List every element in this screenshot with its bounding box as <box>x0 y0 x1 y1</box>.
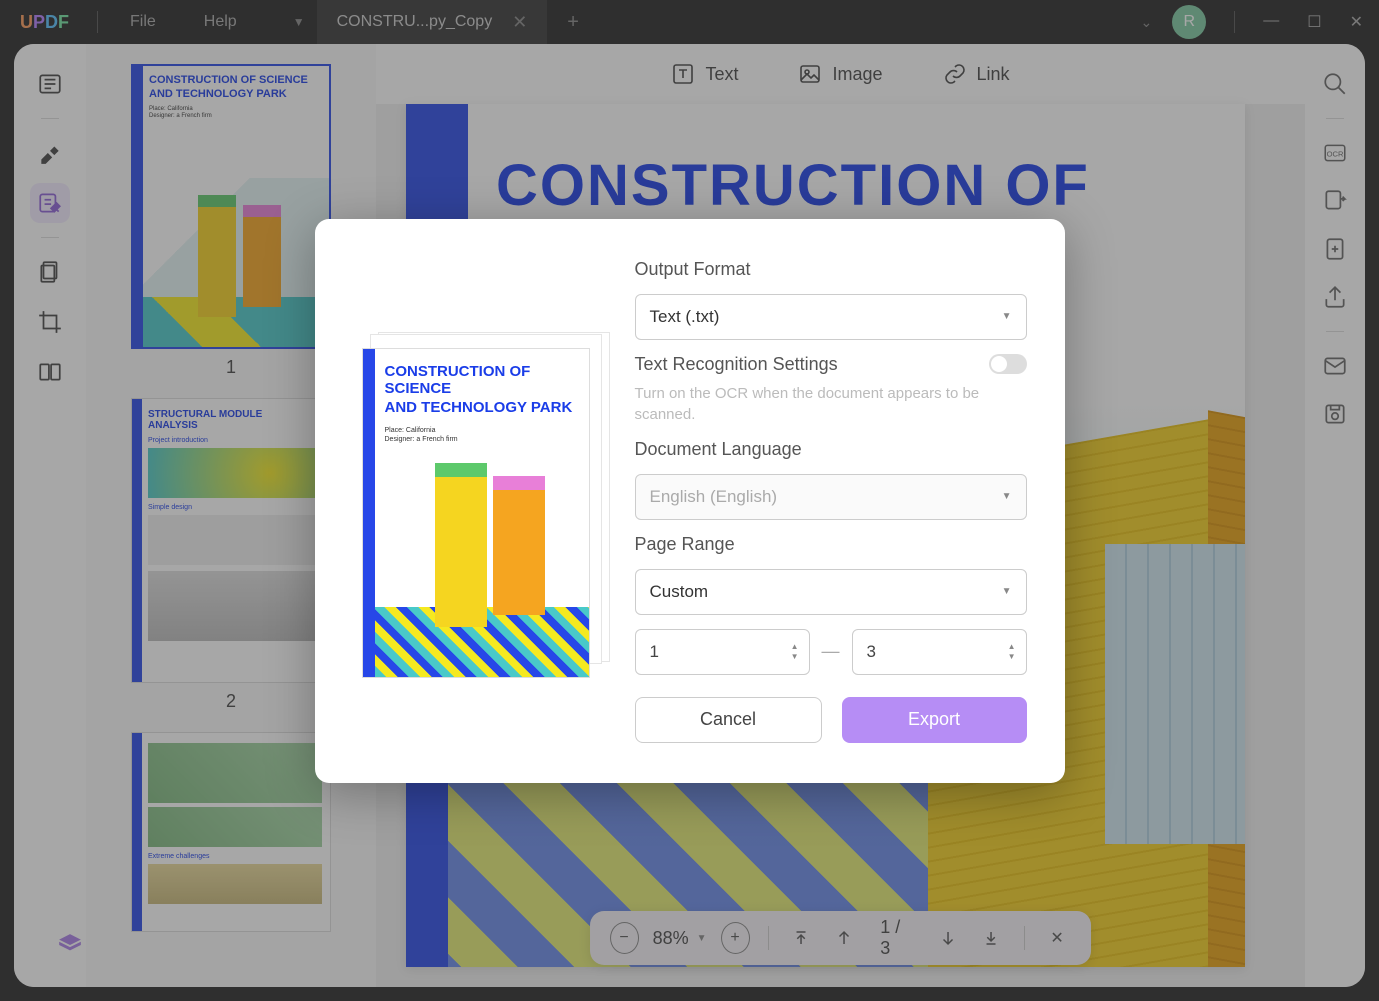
page-range-label: Page Range <box>635 534 1027 555</box>
page-range-select[interactable]: Custom▼ <box>635 569 1027 615</box>
output-format-label: Output Format <box>635 259 1027 280</box>
output-format-select[interactable]: Text (.txt)▼ <box>635 294 1027 340</box>
step-up-icon[interactable]: ▲ <box>791 643 799 651</box>
step-up-icon[interactable]: ▲ <box>1008 643 1016 651</box>
step-down-icon[interactable]: ▼ <box>791 653 799 661</box>
text-recognition-toggle[interactable] <box>989 354 1027 374</box>
page-range-from[interactable]: 1 ▲▼ <box>635 629 810 675</box>
cancel-button[interactable]: Cancel <box>635 697 822 743</box>
page-range-to[interactable]: 3 ▲▼ <box>852 629 1027 675</box>
text-recognition-label: Text Recognition Settings <box>635 354 838 375</box>
export-form: Output Format Text (.txt)▼ Text Recognit… <box>635 259 1027 743</box>
step-down-icon[interactable]: ▼ <box>1008 653 1016 661</box>
modal-overlay: CONSTRUCTION OF SCIENCE AND TECHNOLOGY P… <box>0 0 1379 1001</box>
range-dash: — <box>822 641 840 662</box>
text-recognition-help: Turn on the OCR when the document appear… <box>635 383 1027 425</box>
document-language-label: Document Language <box>635 439 1027 460</box>
export-button[interactable]: Export <box>842 697 1027 743</box>
export-preview: CONSTRUCTION OF SCIENCE AND TECHNOLOGY P… <box>353 259 603 743</box>
document-language-select[interactable]: English (English)▼ <box>635 474 1027 520</box>
export-dialog: CONSTRUCTION OF SCIENCE AND TECHNOLOGY P… <box>315 219 1065 783</box>
